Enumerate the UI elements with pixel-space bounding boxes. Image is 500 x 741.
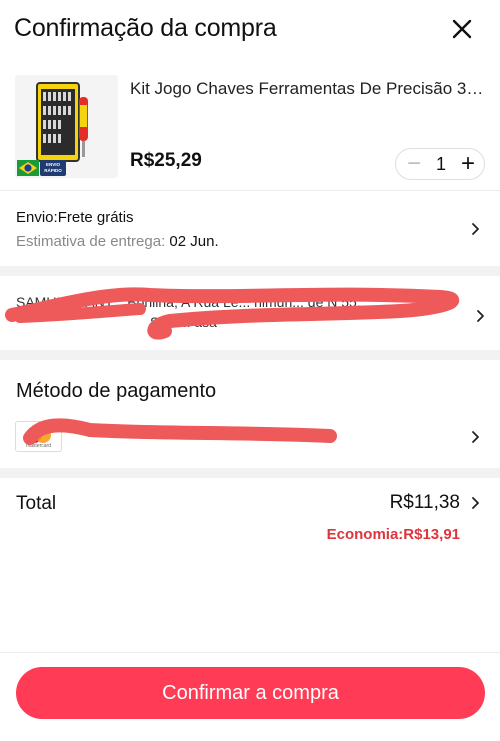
product-image: ENVIO RÁPIDO — [15, 75, 118, 178]
shipping-label: Envio:Frete grátis — [16, 209, 134, 226]
close-icon[interactable] — [447, 14, 477, 44]
chevron-right-icon — [472, 223, 479, 235]
product-card: ENVIO RÁPIDO Kit Jogo Chaves Ferramentas… — [0, 60, 500, 190]
brazil-flag-icon — [17, 160, 39, 176]
confirm-purchase-button[interactable]: Confirmar a compra — [16, 667, 485, 719]
payment-method-selector[interactable]: mastercard — [0, 418, 500, 458]
mastercard-icon: mastercard — [15, 421, 62, 452]
section-divider — [0, 468, 500, 478]
decrease-quantity-button[interactable]: − — [402, 152, 426, 176]
delivery-estimate: Estimativa de entrega: 02 Jun. — [16, 233, 219, 250]
quantity-stepper: − 1 + — [395, 148, 485, 180]
page-title: Confirmação da compra — [14, 14, 277, 42]
section-divider — [0, 266, 500, 276]
product-name[interactable]: Kit Jogo Chaves Ferramentas De Precisão … — [130, 79, 485, 99]
shipping-address[interactable]: SAMUEL PANT... Bonilha, A Rua Lê... nimu… — [0, 277, 500, 349]
footer-divider — [0, 652, 500, 653]
address-text: SAMUEL PANT... Bonilha, A Rua Lê... nimu… — [16, 294, 369, 330]
total-value: R$11,38 — [389, 492, 460, 513]
divider — [0, 190, 500, 191]
chevron-right-icon — [477, 310, 484, 322]
fast-shipping-badge: ENVIO RÁPIDO — [40, 160, 66, 176]
chevron-right-icon — [472, 497, 479, 509]
savings-amount: Economia:R$13,91 — [326, 526, 460, 543]
quantity-value: 1 — [435, 154, 446, 174]
total-label: Total — [16, 493, 57, 514]
chevron-right-icon — [472, 431, 479, 443]
delivery-date: 02 Jun. — [169, 233, 219, 250]
section-divider — [0, 350, 500, 360]
increase-quantity-button[interactable]: + — [456, 152, 480, 176]
product-price: R$25,29 — [130, 150, 202, 171]
header: Confirmação da compra — [0, 0, 500, 60]
shipping-option[interactable]: Envio:Frete grátis Estimativa de entrega… — [0, 192, 500, 266]
payment-method-title: Método de pagamento — [16, 380, 217, 402]
order-summary[interactable]: Total R$11,38 Economia:R$13,91 — [0, 480, 500, 550]
